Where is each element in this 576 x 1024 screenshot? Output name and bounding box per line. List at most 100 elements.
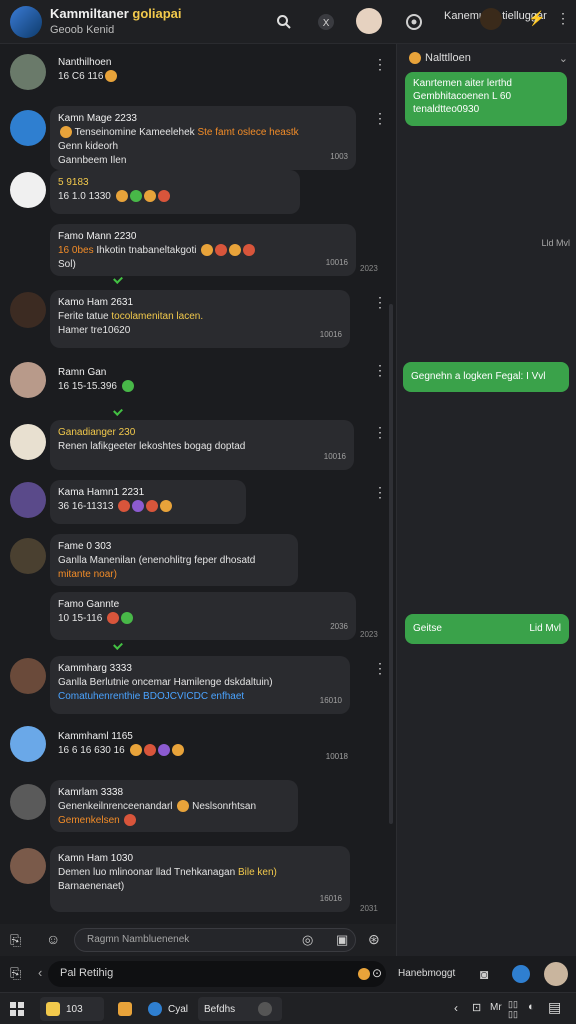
more-icon[interactable]: ⋮ xyxy=(373,294,387,311)
taskbar-label: Cyal xyxy=(168,1003,189,1015)
avatar[interactable] xyxy=(10,848,46,884)
search-icon[interactable] xyxy=(272,10,296,34)
highlight-text: Bile ken) xyxy=(237,867,277,878)
more-icon[interactable]: ⋮ xyxy=(373,362,387,379)
message-bubble: Ramn Gan 16 15-15.396 xyxy=(50,360,300,400)
avatar[interactable] xyxy=(10,292,46,328)
emoji-icon xyxy=(157,190,170,203)
message-text: 36 16-11313 xyxy=(58,501,114,512)
message-bubble: Ganadianger 230 Renen lafikgeeter lekosh… xyxy=(50,420,354,470)
message-text: Ganlla Manenilan (enenohlitrg feper dhos… xyxy=(58,555,256,566)
mic-icon[interactable]: ⊛ xyxy=(368,931,380,948)
avatar[interactable] xyxy=(10,172,46,208)
scrollbar[interactable] xyxy=(389,304,393,824)
side-header: Nalttlloen xyxy=(407,52,471,65)
sender-name: Nanthilhoen xyxy=(58,57,112,68)
attach-icon[interactable]: ⎘ xyxy=(10,932,21,949)
sender-name: Kama Hamn1 2231 xyxy=(58,487,145,498)
emoji-icon xyxy=(160,500,173,513)
avatar[interactable] xyxy=(544,962,568,986)
message-bubble-outgoing: Gegnehn a logken Fegal: I Vvl xyxy=(403,362,569,392)
profile-avatar[interactable] xyxy=(356,8,382,34)
emoji-icon xyxy=(229,244,242,257)
more-icon[interactable]: ⋮ xyxy=(373,110,387,127)
emoji-icon xyxy=(124,814,137,827)
sender-name: Kamo Ham 2631 xyxy=(58,297,134,308)
emoji-icon[interactable] xyxy=(358,968,370,980)
status-icon[interactable] xyxy=(512,965,530,983)
sender-name: Ramn Gan xyxy=(58,367,107,378)
avatar[interactable] xyxy=(10,424,46,460)
highlight-text: Ste famt oslece heastk xyxy=(197,127,299,138)
back-icon[interactable]: ‹ xyxy=(38,965,42,980)
emoji-picker-icon[interactable]: ☺ xyxy=(46,931,60,947)
sender-name: Kamrlam 3338 xyxy=(58,787,124,798)
taskbar: 103 Cyal Befdhs ‹ ⊡ Mr ▯▯ ▯▯ ◐ ▤ xyxy=(0,992,576,1024)
contact-avatar[interactable] xyxy=(480,8,502,30)
chevron-down-icon[interactable]: ⌄ xyxy=(559,52,568,65)
emoji-icon xyxy=(409,52,421,65)
mute-icon[interactable]: X xyxy=(314,10,338,34)
message-text: Hamer tre10620 xyxy=(58,325,131,336)
avatar[interactable] xyxy=(10,110,46,146)
sender-name: Famo Gannte xyxy=(58,599,120,610)
message-text: Sol) xyxy=(58,259,76,270)
more-icon[interactable]: ⋮ xyxy=(373,660,387,677)
folder-icon[interactable] xyxy=(118,997,138,1021)
clock[interactable]: ▯▯ ▯▯ xyxy=(508,999,518,1019)
sound-icon[interactable]: ◐ xyxy=(528,1001,535,1013)
emoji-icon xyxy=(60,126,72,139)
sticker-icon[interactable]: ◎ xyxy=(302,932,313,948)
mic-icon[interactable]: ⊙ xyxy=(372,966,382,980)
reply-input[interactable]: Pal Retihig xyxy=(48,961,386,987)
emoji-icon xyxy=(121,612,134,625)
message-text: Ganlla Berlutnie oncemar Hamilenge dskda… xyxy=(58,677,273,688)
gear-icon[interactable] xyxy=(402,10,426,34)
app-icon xyxy=(258,1002,272,1016)
notification-icon[interactable]: ▤ xyxy=(548,999,561,1016)
chevron-left-icon[interactable]: ‹ xyxy=(454,1001,458,1015)
message-text: Geitse xyxy=(413,623,442,634)
attach-icon[interactable]: ⎘ xyxy=(10,965,21,982)
emoji-icon xyxy=(215,244,228,257)
gif-icon[interactable]: ▣ xyxy=(336,932,348,948)
chat-icon[interactable]: ◙ xyxy=(480,966,488,982)
top-bar: Kammiltaner goliapai Geoob Kenid X Kanem… xyxy=(0,0,576,44)
message-text: 16 15-15.396 xyxy=(58,381,117,392)
emoji-icon xyxy=(171,744,184,757)
avatar[interactable] xyxy=(10,54,46,90)
avatar[interactable] xyxy=(10,726,46,762)
emoji-icon xyxy=(201,244,214,257)
message-text: Barnaenenaet) xyxy=(58,881,125,892)
avatar[interactable] xyxy=(10,538,46,574)
emoji-icon xyxy=(243,244,256,257)
message-bubble: Kamrlam 3338 Genenkeilnrenceenandarl Nes… xyxy=(50,780,298,832)
emoji-icon xyxy=(132,500,145,513)
more-icon[interactable]: ⋮ xyxy=(373,424,387,441)
emoji-icon xyxy=(143,190,156,203)
network-icon[interactable]: ⊡ xyxy=(472,1001,481,1014)
message-text: Renen lafikgeeter lekoshtes bogag doptad xyxy=(58,441,246,452)
timestamp: 10018 xyxy=(325,752,348,761)
message-list[interactable]: Nanthilhoen 16 C6 116 ⋮ Kamn Mage 2233 T… xyxy=(0,44,394,924)
sender-name: Ganadianger 230 xyxy=(58,427,136,438)
more-icon[interactable]: ⋮ xyxy=(373,56,387,73)
taskbar-item[interactable]: Cyal xyxy=(148,997,188,1021)
avatar[interactable] xyxy=(10,362,46,398)
avatar[interactable] xyxy=(10,482,46,518)
more-icon[interactable]: ⋮ xyxy=(373,484,387,501)
timestamp: 1003 xyxy=(330,152,348,161)
channel-avatar[interactable] xyxy=(10,6,42,38)
read-check-icon xyxy=(113,640,123,650)
avatar[interactable] xyxy=(10,784,46,820)
taskbar-item[interactable]: 103 xyxy=(40,997,104,1021)
avatar[interactable] xyxy=(10,658,46,694)
more-icon[interactable]: ⋮ xyxy=(556,10,570,27)
message-bubble-outgoing: Geitse Lid Mvl xyxy=(405,614,569,644)
message-input[interactable]: Ragmn Nambluenenek xyxy=(74,928,356,952)
app-icon[interactable] xyxy=(258,997,278,1021)
timestamp: 2023 xyxy=(360,264,378,273)
start-icon[interactable] xyxy=(10,997,24,1021)
message-bubble: Kammhaml 1165 16 6 16 630 16 10018 xyxy=(50,724,356,770)
message-text: Ferite tatue xyxy=(58,311,109,322)
